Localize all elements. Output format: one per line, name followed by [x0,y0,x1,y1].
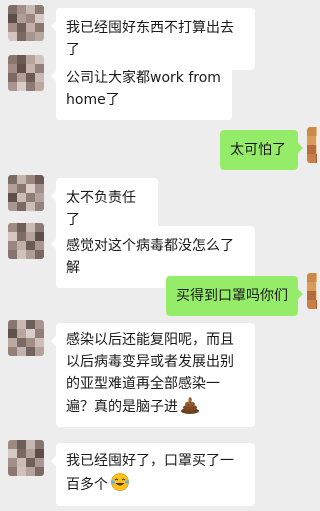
chat-window: 我已经囤好东西不打算出去了 公司让大家都work from home了 太可怕了 [0,0,317,511]
message-text: 太可怕了 [230,142,286,158]
avatar[interactable] [307,273,317,309]
message-text: 太不负责任了 [66,190,136,228]
message-bubble[interactable]: 公司让大家都work from home了 [51,58,232,120]
message-text: 我已经囤好了，口罩买了一百多个 [66,453,234,493]
avatar[interactable] [8,175,44,211]
message-text: 感觉对这个病毒都没怎么了解 [66,238,234,276]
message-bubble[interactable]: 买得到口罩吗你们 [166,276,303,316]
message-bubble[interactable]: 感染以后还能复阳呢，而且以后病毒变异或者发展出别的亚型难道再全部感染一遍？真的是… [51,323,255,427]
message-text: 我已经囤好东西不打算出去了 [66,20,234,58]
avatar[interactable] [8,55,44,91]
avatar[interactable] [8,223,44,259]
avatar[interactable] [8,440,44,476]
poop-emoji-icon [180,395,200,421]
laughing-crying-emoji-icon [110,472,130,499]
message-text: 公司让大家都work from home了 [66,70,221,108]
message-text: 买得到口罩吗你们 [176,288,288,304]
message-bubble[interactable]: 我已经囤好了，口罩买了一百多个 [51,443,255,506]
avatar[interactable] [8,5,44,41]
message-bubble[interactable]: 太可怕了 [220,130,303,170]
avatar[interactable] [307,127,317,163]
message-text: 感染以后还能复阳呢，而且以后病毒变异或者发展出别的亚型难道再全部感染一遍？真的是… [66,332,234,415]
avatar[interactable] [8,320,44,356]
